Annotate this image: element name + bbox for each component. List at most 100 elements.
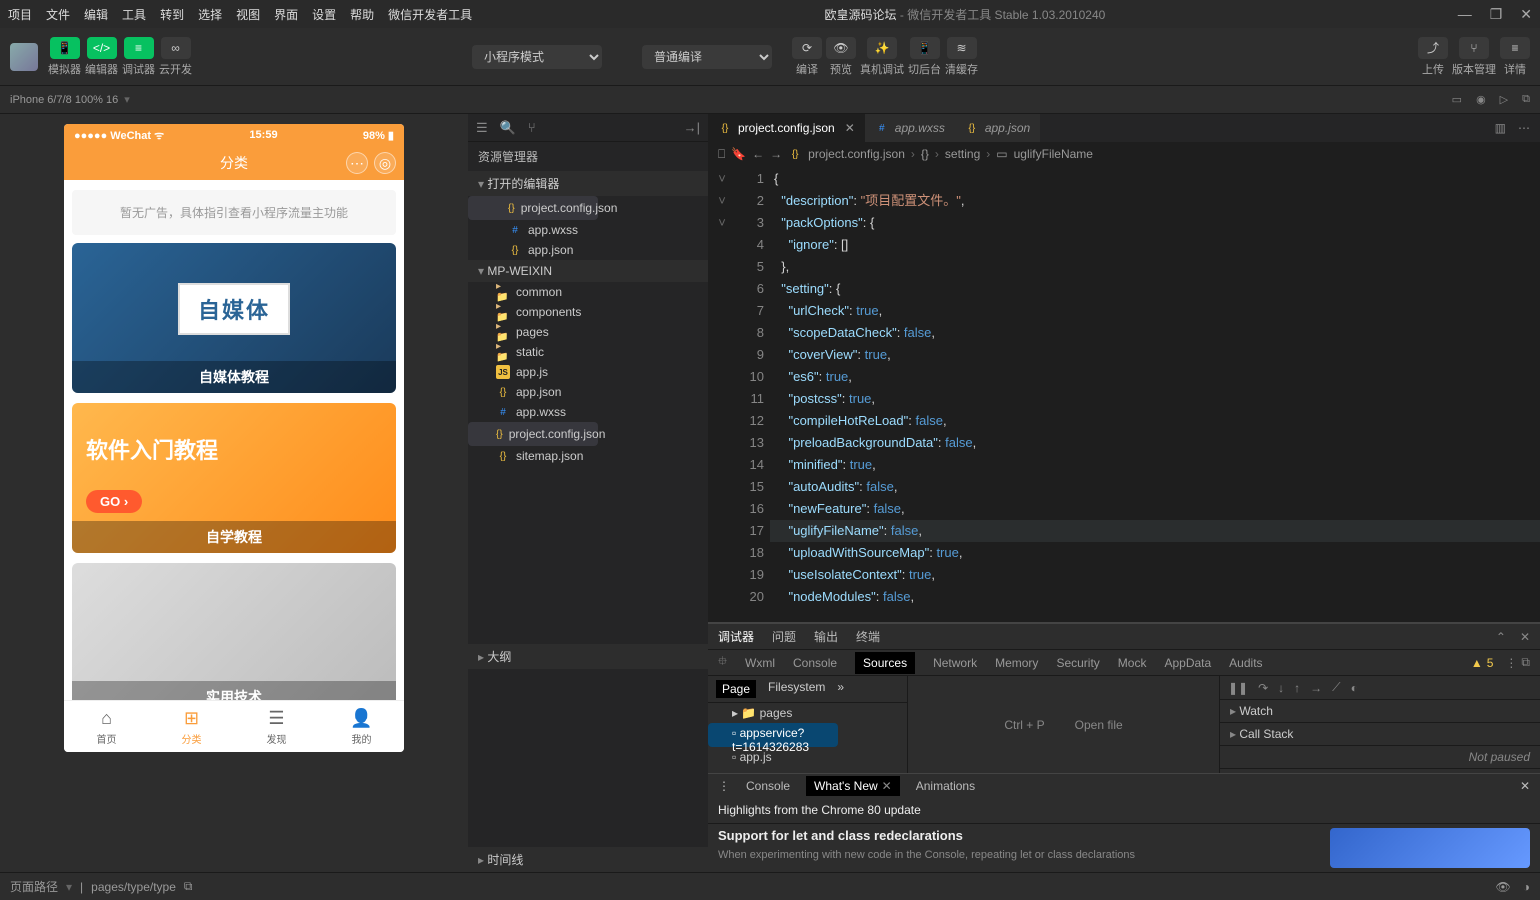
chrometab-Sources[interactable]: Sources [855, 652, 915, 674]
collapse-icon[interactable]: →| [684, 120, 700, 135]
section-project[interactable]: MP-WEIXIN [468, 260, 708, 282]
file-app.wxss[interactable]: app.wxss [468, 220, 708, 240]
chrometab-Console[interactable]: Console [793, 656, 837, 670]
toolbtn-模拟器[interactable]: 📱模拟器 [48, 37, 81, 77]
compile-select[interactable]: 普通编译 [642, 45, 772, 69]
toolbtn-真机调试[interactable]: ✨真机调试 [860, 37, 904, 77]
search-icon[interactable]: 🔍 [500, 120, 516, 136]
file-pages[interactable]: pages [468, 322, 708, 342]
category-card[interactable]: 自媒体教程 [72, 243, 396, 393]
more-tabs-icon[interactable]: » [837, 680, 844, 698]
eye-icon[interactable]: 👁 [1496, 880, 1511, 894]
menu-编辑[interactable]: 编辑 [84, 6, 108, 23]
chrometab-Wxml[interactable]: Wxml [745, 656, 775, 670]
console-menu-icon[interactable]: ⋮ [718, 779, 730, 793]
contab-Animations[interactable]: Animations [916, 779, 975, 793]
step-over-icon[interactable]: ↷ [1258, 681, 1268, 695]
debug-controls[interactable]: ❚❚ ↷ ↓ ↑ → ⟋ ◐ [1220, 676, 1540, 700]
menu-文件[interactable]: 文件 [46, 6, 70, 23]
category-card[interactable]: 自学教程 [72, 403, 396, 553]
file-common[interactable]: common [468, 282, 708, 302]
bookmark-icon[interactable]: 🔖 [731, 147, 746, 161]
capsule-menu-icon[interactable]: ⋯ [346, 152, 368, 174]
devtab-输出[interactable]: 输出 [814, 628, 838, 645]
fold-bar-icon[interactable]: ⎕ [718, 147, 725, 162]
file-components[interactable]: components [468, 302, 708, 322]
tab-我的[interactable]: 👤我的 [319, 701, 404, 752]
chrometab-Audits[interactable]: Audits [1229, 656, 1262, 670]
inspect-icon[interactable]: ⯐ [718, 654, 727, 668]
step-into-icon[interactable]: ↓ [1278, 681, 1284, 695]
toolbtn-上传[interactable]: ⤴上传 [1418, 37, 1448, 77]
explorer-icon[interactable]: ☰ [476, 120, 488, 136]
pause-icon[interactable]: ❚❚ [1228, 681, 1248, 695]
dbg-file-pages[interactable]: ▸ 📁 pages [708, 703, 907, 723]
toolbtn-云开发[interactable]: ∞云开发 [159, 37, 192, 77]
toolbtn-版本管理[interactable]: ⑂版本管理 [1452, 37, 1496, 77]
step-out-icon[interactable]: ↑ [1294, 681, 1300, 695]
more-icon[interactable]: ⋯ [1518, 121, 1530, 135]
category-card[interactable]: 实用技术 [72, 563, 396, 700]
chrometab-Security[interactable]: Security [1056, 656, 1099, 670]
menu-视图[interactable]: 视图 [236, 6, 260, 23]
menu-转到[interactable]: 转到 [160, 6, 184, 23]
toolbtn-详情[interactable]: ≡详情 [1500, 37, 1530, 77]
chevron-up-icon[interactable]: ⌃ [1496, 630, 1506, 644]
devtab-终端[interactable]: 终端 [856, 628, 880, 645]
breadcrumb[interactable]: ⎕ 🔖 ← → project.config.json ›{} ›setting… [708, 142, 1540, 166]
menu-界面[interactable]: 界面 [274, 6, 298, 23]
close-tab-icon[interactable]: ✕ [845, 121, 855, 135]
mode-select[interactable]: 小程序模式 [472, 45, 602, 69]
srctab-Filesystem[interactable]: Filesystem [768, 680, 825, 698]
tab-发现[interactable]: ☰发现 [234, 701, 319, 752]
step-icon[interactable]: → [1310, 681, 1322, 695]
page-path-label[interactable]: 页面路径 [10, 878, 58, 895]
dbg-file-appservice?t=1614326283[interactable]: ▫ appservice?t=1614326283 [708, 723, 838, 747]
copy-path-icon[interactable]: ⧉ [184, 879, 193, 894]
capsule-close-icon[interactable]: ◎ [374, 152, 396, 174]
menu-微信开发者工具[interactable]: 微信开发者工具 [388, 6, 472, 23]
watch-section[interactable]: Watch [1220, 700, 1540, 723]
nav-back-icon[interactable]: ← [752, 147, 764, 161]
contab-What's New[interactable]: What's New✕ [806, 776, 900, 796]
timeline-section[interactable]: 时间线 [468, 847, 708, 872]
chrometab-Memory[interactable]: Memory [995, 656, 1038, 670]
editor-tab-project.config.json[interactable]: project.config.json✕ [708, 114, 865, 142]
file-static[interactable]: static [468, 342, 708, 362]
editor-tab-app.wxss[interactable]: app.wxss [865, 114, 955, 142]
menu-工具[interactable]: 工具 [122, 6, 146, 23]
theme-icon[interactable]: ◑ [1523, 880, 1530, 894]
close-panel-icon[interactable]: ✕ [1520, 630, 1530, 644]
file-project.config.json[interactable]: project.config.json [468, 196, 598, 220]
menu-帮助[interactable]: 帮助 [350, 6, 374, 23]
chrometab-Mock[interactable]: Mock [1118, 656, 1147, 670]
mute-icon[interactable]: ▷ [1500, 93, 1508, 106]
callstack-section[interactable]: Call Stack [1220, 723, 1540, 746]
branch-icon[interactable]: ⑂ [528, 120, 536, 135]
screenshot-icon[interactable]: ⧉ [1522, 93, 1530, 106]
contab-Console[interactable]: Console [746, 779, 790, 793]
file-project.config.json[interactable]: project.config.json [468, 422, 598, 446]
toolbtn-切后台[interactable]: 📱切后台 [908, 37, 941, 77]
dock-icon[interactable]: ⧉ [1521, 655, 1530, 670]
menu-项目[interactable]: 项目 [8, 6, 32, 23]
menu-选择[interactable]: 选择 [198, 6, 222, 23]
srctab-Page[interactable]: Page [716, 680, 756, 698]
avatar[interactable] [10, 43, 38, 71]
chrometab-Network[interactable]: Network [933, 656, 977, 670]
file-app.wxss[interactable]: app.wxss [468, 402, 708, 422]
toolbtn-预览[interactable]: 👁预览 [826, 37, 856, 77]
file-sitemap.json[interactable]: sitemap.json [468, 446, 708, 466]
devtab-调试器[interactable]: 调试器 [718, 628, 754, 645]
deactivate-bp-icon[interactable]: ⟋ [1332, 680, 1340, 695]
tab-首页[interactable]: ⌂首页 [64, 701, 149, 752]
file-app.json[interactable]: app.json [468, 240, 708, 260]
toolbtn-编译[interactable]: ⟳编译 [792, 37, 822, 77]
tab-分类[interactable]: ⊞分类 [149, 701, 234, 752]
file-app.js[interactable]: app.js [468, 362, 708, 382]
device-orientation-icon[interactable]: ▭ [1452, 93, 1462, 106]
outline-section[interactable]: 大纲 [468, 644, 708, 669]
chrometab-AppData[interactable]: AppData [1164, 656, 1211, 670]
menu-设置[interactable]: 设置 [312, 6, 336, 23]
devtab-问题[interactable]: 问题 [772, 628, 796, 645]
